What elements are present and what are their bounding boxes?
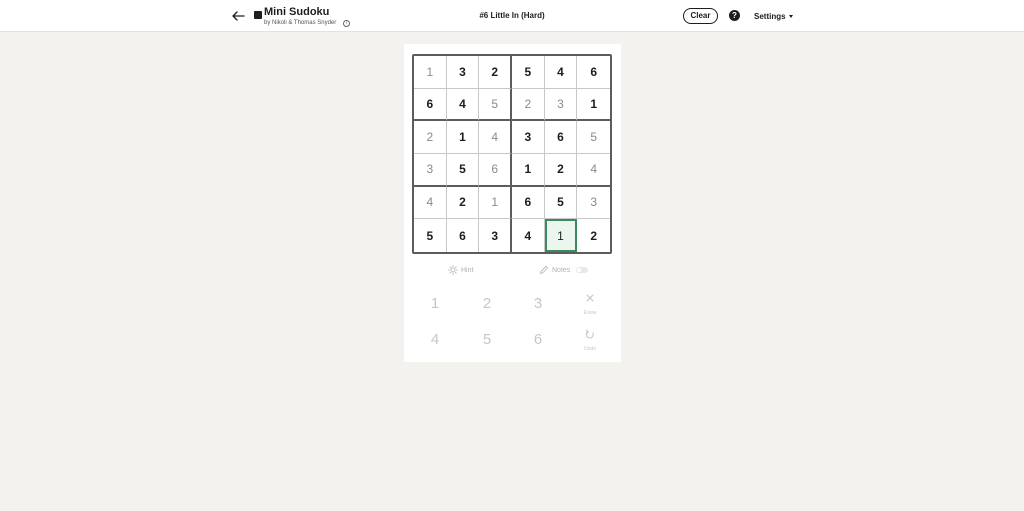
sudoku-cell-r5c6[interactable]: 3 <box>577 187 610 220</box>
sudoku-cell-r4c4[interactable]: 1 <box>512 154 545 187</box>
sudoku-cell-r1c2[interactable]: 3 <box>446 56 480 89</box>
sudoku-cell-r3c6[interactable]: 5 <box>577 121 610 154</box>
sudoku-cell-r6c3[interactable]: 3 <box>479 219 512 252</box>
sudoku-cell-r4c5[interactable]: 2 <box>544 154 578 187</box>
sudoku-cell-r5c2[interactable]: 2 <box>446 186 480 220</box>
close-x-icon <box>585 290 595 308</box>
erase-button[interactable]: Erase <box>567 288 613 318</box>
undo-button[interactable]: Undo <box>567 324 613 354</box>
sudoku-cell-r5c1[interactable]: 4 <box>414 186 447 220</box>
sudoku-cell-r5c5[interactable]: 5 <box>544 186 578 220</box>
sudoku-cell-r1c4[interactable]: 5 <box>512 56 545 89</box>
puzzle-title: #6 Little In (Hard) <box>479 11 545 20</box>
help-icon[interactable]: ? <box>729 10 740 21</box>
pencil-icon <box>539 265 549 275</box>
hint-button[interactable]: Hint <box>448 265 473 275</box>
number-key-2[interactable]: 2 <box>464 288 510 318</box>
sudoku-cell-r1c5[interactable]: 4 <box>544 56 578 89</box>
sudoku-cell-r6c4[interactable]: 4 <box>512 219 545 252</box>
sudoku-cell-r4c2[interactable]: 5 <box>446 154 480 187</box>
notes-button[interactable]: Notes <box>539 265 589 275</box>
lightbulb-icon <box>448 265 458 275</box>
sudoku-cell-r4c6[interactable]: 4 <box>577 154 610 187</box>
sudoku-cell-r6c6[interactable]: 2 <box>577 219 610 252</box>
sudoku-cell-r2c6[interactable]: 1 <box>577 89 610 122</box>
sudoku-cell-r2c3[interactable]: 5 <box>479 88 512 122</box>
settings-label: Settings <box>754 12 786 21</box>
game-panel: 132546645231214365356124421653563412 Hin… <box>404 44 621 362</box>
sudoku-cell-r2c1[interactable]: 6 <box>414 88 447 122</box>
undo-label: Undo <box>584 346 596 352</box>
top-bar: Mini Sudoku by Nikoli & Thomas Snyder i … <box>0 0 1024 32</box>
game-byline: by Nikoli & Thomas Snyder <box>264 20 337 26</box>
sudoku-board: 132546645231214365356124421653563412 <box>412 54 612 254</box>
notes-label: Notes <box>552 266 571 274</box>
clear-button[interactable]: Clear <box>683 8 718 24</box>
sudoku-cell-r2c4[interactable]: 2 <box>512 88 545 122</box>
sudoku-cell-r3c2[interactable]: 1 <box>446 121 480 154</box>
caret-down-icon <box>788 15 793 18</box>
hint-label: Hint <box>461 266 474 274</box>
sudoku-cell-r1c6[interactable]: 6 <box>577 56 610 89</box>
settings-menu[interactable]: Settings <box>754 12 793 21</box>
sudoku-cell-r2c2[interactable]: 4 <box>446 88 480 122</box>
sudoku-cell-r2c5[interactable]: 3 <box>544 88 578 122</box>
sudoku-cell-r3c3[interactable]: 4 <box>479 121 512 154</box>
sudoku-cell-r5c4[interactable]: 6 <box>512 186 545 220</box>
number-key-4[interactable]: 4 <box>412 324 458 354</box>
sudoku-cell-r3c4[interactable]: 3 <box>512 121 545 154</box>
number-key-3[interactable]: 3 <box>515 288 561 318</box>
number-key-1[interactable]: 1 <box>412 288 458 318</box>
sudoku-cell-r6c1[interactable]: 5 <box>414 219 447 252</box>
number-key-6[interactable]: 6 <box>515 324 561 354</box>
sudoku-cell-r1c3[interactable]: 2 <box>479 56 512 89</box>
info-icon[interactable]: i <box>343 20 350 27</box>
sudoku-cell-r3c1[interactable]: 2 <box>414 121 447 154</box>
undo-arrow-icon <box>585 326 595 344</box>
sudoku-cell-r6c5[interactable]: 1 <box>544 219 578 252</box>
sudoku-cell-r3c5[interactable]: 6 <box>544 121 578 154</box>
erase-label: Erase <box>583 310 597 316</box>
notes-toggle[interactable] <box>576 267 589 273</box>
sudoku-cell-r4c1[interactable]: 3 <box>414 154 447 187</box>
number-key-5[interactable]: 5 <box>464 324 510 354</box>
sudoku-cell-r6c2[interactable]: 6 <box>447 219 480 252</box>
sudoku-cell-r4c3[interactable]: 6 <box>479 154 512 187</box>
sudoku-cell-r5c3[interactable]: 1 <box>479 186 512 220</box>
sudoku-cell-r1c1[interactable]: 1 <box>414 56 447 89</box>
